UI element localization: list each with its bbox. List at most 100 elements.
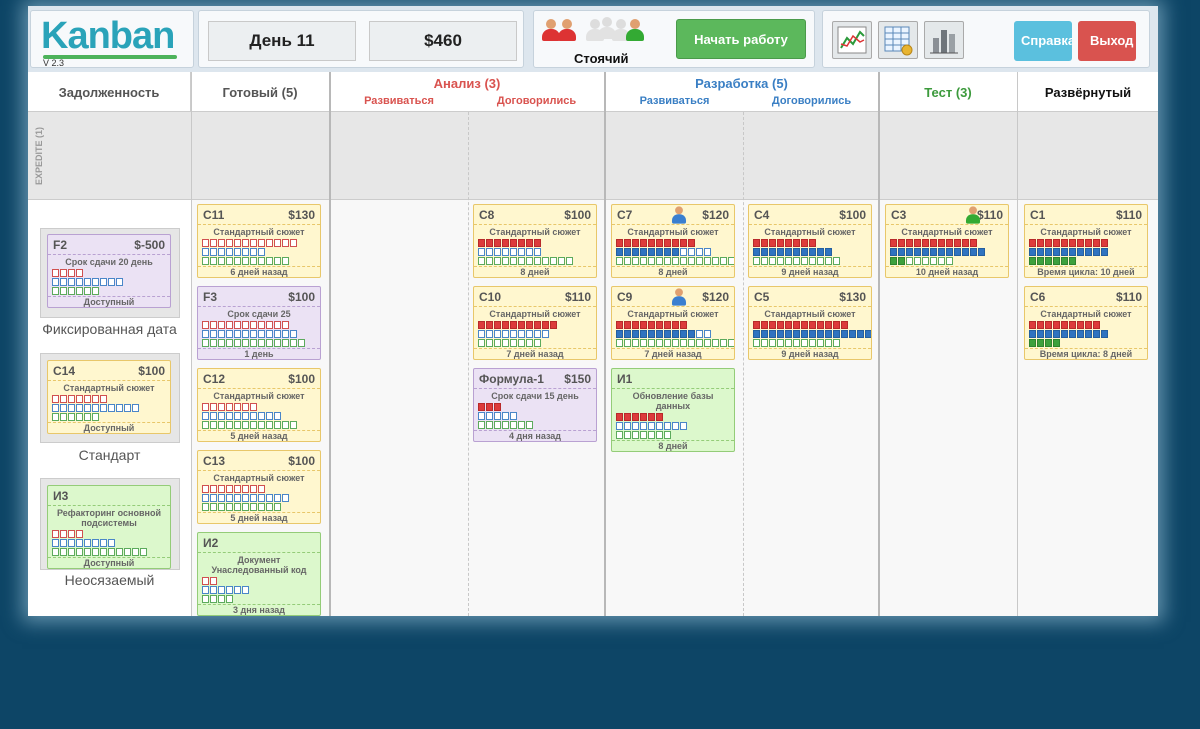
work-card[interactable]: C10 $110 Стандартный сюжет 7 дней назад [473, 286, 597, 360]
card-header: C9 $120 [612, 287, 734, 306]
work-card[interactable]: C9 $120 Стандартный сюжет 7 дней назад [611, 286, 735, 360]
test-effort-bar [202, 595, 320, 603]
effort-bars [198, 575, 320, 603]
work-card[interactable]: F3 $100 Срок сдачи 25 1 день [197, 286, 321, 360]
card-footer: 1 день [198, 348, 320, 359]
spreadsheet-icon[interactable] [878, 21, 918, 59]
card-footer: 6 дней назад [198, 266, 320, 277]
effort-bars [198, 319, 320, 347]
work-card[interactable]: C4 $100 Стандартный сюжет 9 дней назад [748, 204, 872, 278]
card-title: Стандартный сюжет [198, 224, 320, 237]
card-footer: 8 дней [612, 440, 734, 451]
test-effort-bar [616, 431, 734, 439]
worker-icon[interactable] [671, 206, 687, 224]
analysis-effort-bar [890, 239, 1008, 247]
bar-chart-icon[interactable] [924, 21, 964, 59]
card-header: C10 $110 [474, 287, 596, 306]
effort-bars [48, 393, 170, 421]
card-title: Стандартный сюжет [749, 224, 871, 237]
work-card[interactable]: C6 $110 Стандартный сюжет Время цикла: 8 дн… [1024, 286, 1148, 360]
work-card[interactable]: C1 $110 Стандартный сюжет Время цикла: 10 д… [1024, 204, 1148, 278]
card-header: F2 $-500 [48, 235, 170, 254]
worker-icon[interactable] [671, 288, 687, 306]
card-title: Срок сдачи 15 день [474, 388, 596, 401]
team-status: Стоячий [574, 51, 629, 66]
effort-bars [886, 237, 1008, 265]
top-bar: Kanban V 2.3 День 11 $460 Стоячий Начать… [28, 6, 1158, 72]
card-value: $130 [288, 208, 315, 222]
test-effort-bar [202, 503, 320, 511]
development-effort-bar [52, 539, 170, 547]
card-title: Стандартный сюжет [612, 306, 734, 319]
card-value: $100 [138, 364, 165, 378]
analysis-title: Анализ (3) [433, 76, 501, 91]
work-card[interactable]: C3 $110 Стандартный сюжет 10 дней назад [885, 204, 1009, 278]
card-id: C11 [203, 208, 225, 222]
card-id: C5 [754, 290, 770, 304]
analyst-icon[interactable] [558, 19, 576, 41]
expedite-lane [28, 112, 1158, 200]
card-value: $100 [564, 208, 591, 222]
card-title: Стандартный сюжет [612, 224, 734, 237]
work-card[interactable]: C14 $100 Стандартный сюжет Доступный [47, 360, 171, 434]
test-effort-bar [478, 339, 596, 347]
logo-panel: Kanban V 2.3 [30, 10, 194, 68]
analysis-effort-bar [478, 321, 596, 329]
dev-doing-header: Развиваться [639, 95, 710, 107]
work-card[interactable]: И2 Документ Унаследованный код 3 дня назад [197, 532, 321, 616]
test-effort-bar [478, 421, 596, 429]
column-divider [878, 72, 880, 616]
effort-bars [48, 267, 170, 295]
card-id: C8 [479, 208, 495, 222]
card-id: C4 [754, 208, 770, 222]
kanban-board: Задолженность Готовый (5) Анализ (3) Раз… [28, 72, 1158, 616]
ready-header: Готовый (5) [191, 72, 330, 112]
exit-button[interactable]: Выход [1078, 21, 1136, 61]
work-card[interactable]: Формула-1 $150 Срок сдачи 15 день 4 дня наз… [473, 368, 597, 442]
card-header: C5 $130 [749, 287, 871, 306]
work-card[interactable]: И1 Обновление базы данных 8 дней [611, 368, 735, 452]
tester-icon[interactable] [626, 19, 644, 41]
work-card[interactable]: C5 $130 Стандартный сюжет 9 дней назад [748, 286, 872, 360]
development-effort-bar [202, 412, 320, 420]
analysis-effort-bar [52, 269, 170, 277]
column-divider [468, 112, 469, 616]
work-card[interactable]: C11 $130 Стандартный сюжет 6 дней назад [197, 204, 321, 278]
card-id: C10 [479, 290, 502, 304]
development-effort-bar [1029, 248, 1147, 256]
test-effort-bar [202, 421, 320, 429]
card-title: Срок сдачи 25 [198, 306, 320, 319]
work-card[interactable]: C12 $100 Стандартный сюжет 5 дней назад [197, 368, 321, 442]
analysis-effort-bar [616, 321, 734, 329]
help-button[interactable]: Справка [1014, 21, 1072, 61]
column-divider [191, 72, 192, 616]
worker-icon[interactable] [965, 206, 981, 224]
work-card[interactable]: C13 $100 Стандартный сюжет 5 дней назад [197, 450, 321, 524]
work-card[interactable]: F2 $-500 Срок сдачи 20 день Доступный [47, 234, 171, 308]
start-work-button[interactable]: Начать работу [676, 19, 806, 59]
app-window: Kanban V 2.3 День 11 $460 Стоячий Начать… [28, 6, 1158, 616]
effort-bars [612, 411, 734, 439]
development-effort-bar [52, 278, 170, 286]
card-footer: 7 дней назад [612, 348, 734, 359]
card-value: $100 [839, 208, 866, 222]
analysis-doing-header: Развиваться [364, 95, 434, 107]
development-effort-bar [616, 248, 734, 256]
effort-bars [198, 401, 320, 429]
card-value: $100 [288, 372, 315, 386]
work-card[interactable]: C7 $120 Стандартный сюжет 8 дней [611, 204, 735, 278]
card-id: И1 [617, 372, 633, 386]
test-effort-bar [753, 257, 871, 265]
work-card[interactable]: И3 Рефакторинг основной подсистемы Доступн… [47, 485, 171, 569]
analysis-effort-bar [202, 403, 320, 411]
backlog-header: Задолженность [28, 72, 191, 112]
test-effort-bar [52, 413, 170, 421]
chart-icon[interactable] [832, 21, 872, 59]
effort-bars [749, 237, 871, 265]
effort-bars [474, 237, 596, 265]
card-id: C14 [53, 364, 76, 378]
card-value: $110 [976, 208, 1003, 222]
logo: Kanban [41, 15, 175, 57]
card-title: Стандартный сюжет [1025, 306, 1147, 319]
work-card[interactable]: C8 $100 Стандартный сюжет 8 дней [473, 204, 597, 278]
